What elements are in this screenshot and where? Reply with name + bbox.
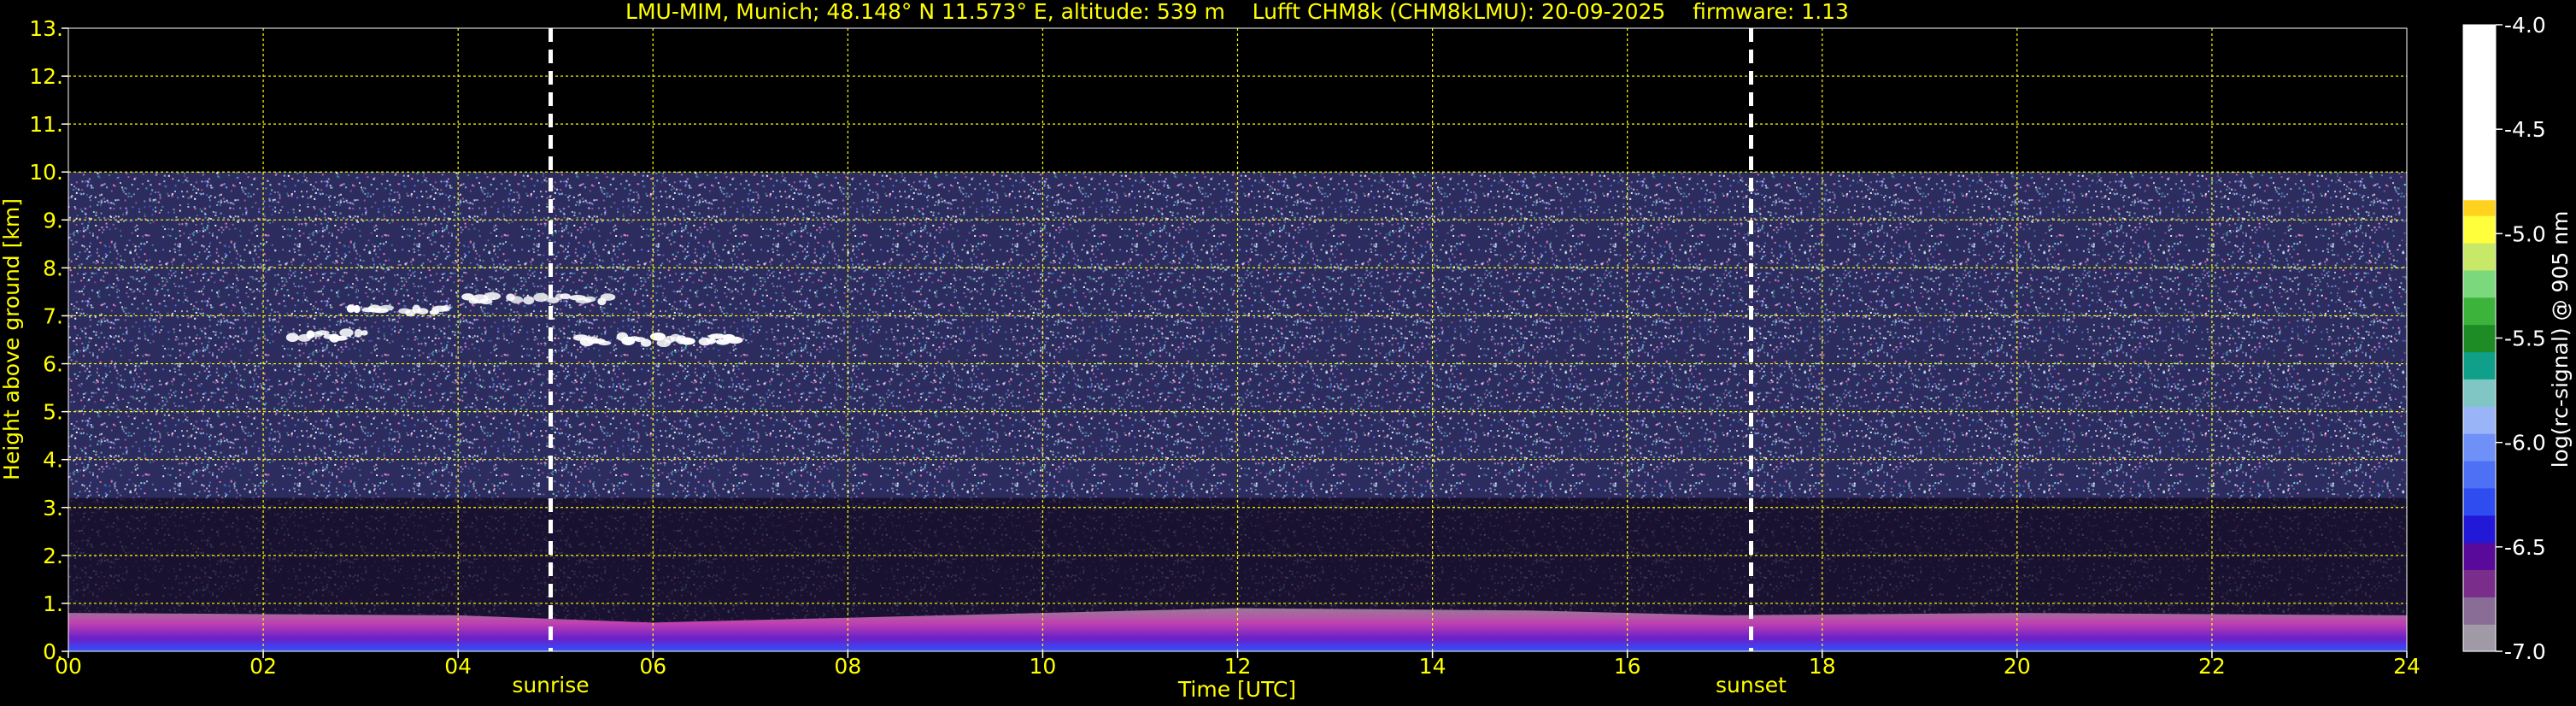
colorbar-segment [2463,460,2496,489]
x-tick-label: 08 [834,654,861,679]
y-tick-label: 3. [43,496,63,521]
colorbar-segment [2463,597,2496,625]
colorbar-segment [2463,25,2496,201]
cloud-mark [416,308,429,315]
sun-marker-labels: sunrise sunset [512,673,1787,697]
x-tick-label: 10 [1030,654,1057,679]
x-axis-label: Time [UTC] [1177,677,1296,702]
colorbar-ticks: -4.0 -4.5 -5.0 -5.5 -6.0 -6.5 -7.0 [2496,13,2546,664]
cloud-mark [353,304,361,314]
x-tick-label: 24 [2393,654,2421,679]
colorbar-label: log(rc-signal) @ 905 nm [2548,211,2573,468]
colorbar-segment [2463,515,2496,544]
y-tick-label: 0. [43,639,63,664]
x-axis-ticks: 00 02 04 06 08 10 12 14 16 18 20 22 24 [55,651,2421,679]
x-tick-label: 12 [1224,654,1252,679]
cloud-mark [708,333,725,339]
cloud-mark [679,337,695,345]
cloud-mark [640,338,652,347]
y-tick-label: 9. [43,208,63,232]
colorbar-tick-label: -5.5 [2504,327,2546,351]
colorbar-segment [2463,624,2496,652]
sunset-label: sunset [1716,673,1787,697]
colorbar [2462,24,2497,652]
x-tick-label: 04 [444,654,472,679]
cloud-mark [361,330,368,336]
cloud-mark [285,332,299,343]
sunrise-label: sunrise [512,673,589,697]
cloud-mark [726,336,743,344]
cloud-mark [597,340,612,346]
chart-title: LMU-MIM, Munich; 48.148° N 11.573° E, al… [625,0,1849,24]
y-tick-label: 8. [43,256,63,280]
y-tick-label: 4. [43,448,63,473]
y-tick-label: 13. [29,16,63,41]
cloud-mark [533,292,549,303]
ceilometer-chart: 00 02 04 06 08 10 12 14 16 18 20 22 24 0.1.2.3.4.5.6… [0,0,2573,702]
colorbar-tick-label: -7.0 [2504,639,2546,664]
colorbar-segment [2463,297,2496,326]
colorbar-segment [2463,243,2496,271]
colorbar-tick-label: -6.5 [2504,535,2546,560]
colorbar-segment [2463,569,2496,597]
colorbar-tick-label: -4.5 [2504,117,2546,142]
y-tick-label: 5. [43,400,63,425]
colorbar-tick-label: -6.0 [2504,431,2546,456]
x-tick-label: 14 [1419,654,1446,679]
x-tick-label: 22 [2198,654,2226,679]
cloud-mark [339,328,354,337]
colorbar-segment [2463,324,2496,353]
y-tick-label: 12. [29,64,63,89]
x-tick-label: 02 [249,654,277,679]
cloud-mark [442,304,451,312]
y-tick-label: 2. [43,544,63,568]
cloud-mark [523,296,535,305]
y-tick-label: 7. [43,303,63,328]
cloud-mark [379,304,394,311]
y-axis-ticks: 0. 1. 2. 3. 4. 5. 6. 7. 8. 9. 10. 11. 12. 13. [29,16,68,664]
colorbar-segment [2463,542,2496,570]
y-axis-label: Height above ground [km] [0,198,24,480]
cloud-mark [560,293,571,300]
colorbar-segment [2463,269,2496,298]
y-tick-label: 1. [43,591,63,616]
y-tick-label: 10. [29,160,63,185]
x-tick-label: 06 [639,654,666,679]
cloud-mark [600,293,616,301]
y-tick-label: 11. [29,112,63,137]
x-tick-label: 16 [1614,654,1641,679]
cloud-mark [510,296,523,304]
colorbar-tick-label: -5.0 [2504,221,2546,246]
colorbar-segment [2463,351,2496,379]
colorbar-tick-label: -4.0 [2504,13,2546,38]
colorbar-segment [2463,406,2496,434]
colorbar-segment [2463,433,2496,462]
y-tick-label: 6. [43,352,63,377]
colorbar-segment [2463,379,2496,407]
colorbar-segment [2463,215,2496,244]
cloud-mark [484,291,502,301]
colorbar-segment [2463,487,2496,516]
x-tick-label: 18 [1809,654,1836,679]
x-tick-label: 20 [2004,654,2031,679]
cloud-mark [583,296,596,303]
